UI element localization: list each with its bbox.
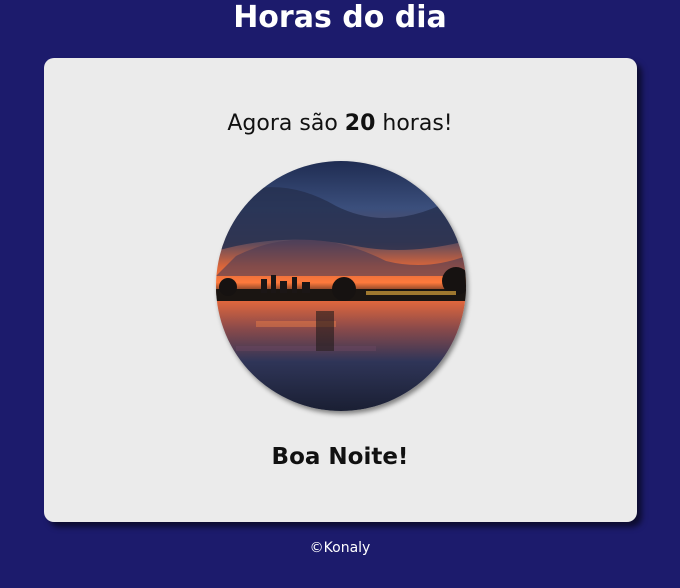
- footer-credit: ©Konaly: [309, 540, 371, 556]
- message-prefix: Agora são: [227, 111, 338, 136]
- sunset-lake-image: [216, 161, 466, 411]
- message-suffix: horas!: [382, 111, 453, 136]
- current-hour: 20: [344, 111, 376, 136]
- time-message: Agora são 20 horas!: [0, 108, 680, 140]
- night-photo: [216, 161, 466, 411]
- greeting-message: Boa Noite!: [271, 444, 409, 470]
- page-title: Horas do dia: [233, 0, 447, 35]
